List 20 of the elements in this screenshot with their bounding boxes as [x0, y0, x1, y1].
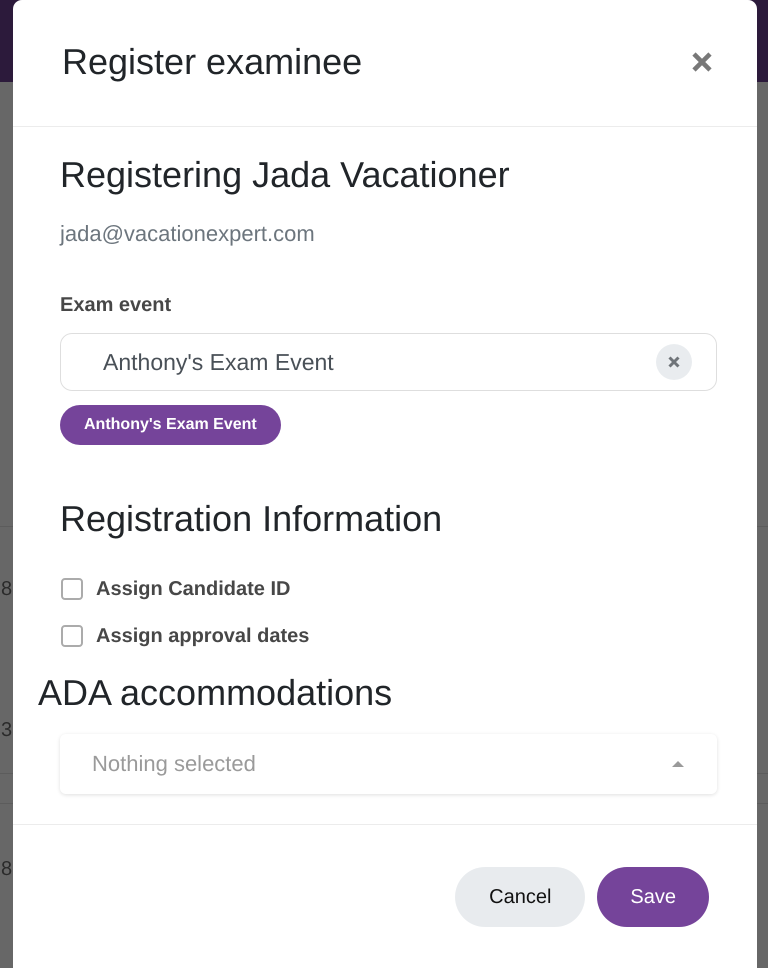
registrant-heading: Registering Jada Vacationer — [60, 153, 511, 197]
exam-event-field[interactable]: Anthony's Exam Event — [60, 333, 717, 391]
close-icon[interactable] — [691, 51, 713, 73]
section-heading: Registration Information — [60, 497, 444, 541]
event-chip: Anthony's Exam Event — [60, 405, 281, 445]
table-cell-text: 8 — [0, 577, 14, 601]
field-label: Exam event — [60, 293, 172, 317]
checkbox-label: Assign approval dates — [96, 624, 310, 648]
dialog-title: Register examinee — [62, 40, 362, 84]
email-text: jada@vacationexpert.com — [60, 220, 316, 248]
table-cell-text: 3 — [0, 718, 14, 742]
table-cell-text: 8 — [0, 857, 14, 881]
caret-icon — [672, 761, 684, 767]
section-heading: ADA accommodations — [38, 671, 394, 715]
checkbox-label: Assign Candidate ID — [96, 577, 290, 601]
save-button[interactable]: Save — [597, 867, 709, 927]
checkbox[interactable] — [61, 578, 83, 600]
checkbox[interactable] — [61, 625, 83, 647]
cancel-button[interactable]: Cancel — [455, 867, 586, 927]
clear-icon[interactable] — [656, 344, 692, 380]
